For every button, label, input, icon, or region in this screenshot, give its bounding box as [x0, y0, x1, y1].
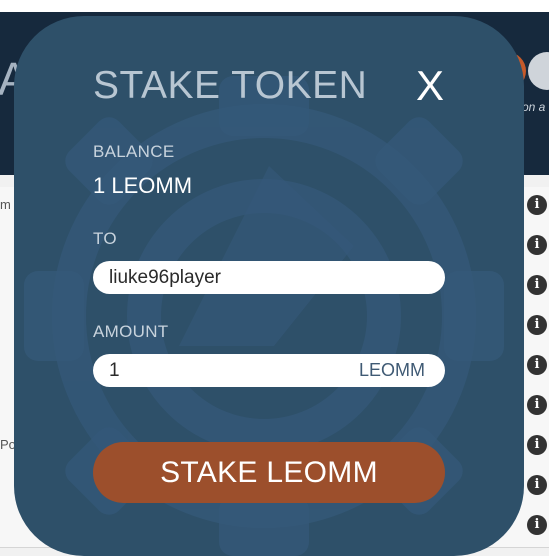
info-icon[interactable]: i: [527, 515, 547, 535]
info-icon[interactable]: i: [527, 235, 547, 255]
info-icon[interactable]: i: [527, 395, 547, 415]
stake-token-modal: STAKE TOKEN X BALANCE 1 LEOMM TO AMOUNT …: [14, 16, 524, 556]
amount-input[interactable]: [109, 354, 349, 387]
header-avatar-gray: [528, 52, 549, 90]
row-text: m: [0, 197, 11, 212]
amount-label: AMOUNT: [93, 322, 169, 341]
close-button[interactable]: X: [410, 64, 450, 108]
balance-label: BALANCE: [93, 142, 175, 161]
header-small-text: on a: [522, 100, 546, 114]
amount-unit: LEOMM: [358, 360, 425, 380]
info-icon[interactable]: i: [527, 435, 547, 455]
amount-field[interactable]: LEOMM: [93, 354, 445, 387]
info-icon[interactable]: i: [527, 195, 547, 215]
to-label: TO: [93, 229, 117, 248]
info-icon[interactable]: i: [527, 475, 547, 495]
balance-value: 1 LEOMM: [93, 173, 193, 198]
info-icon[interactable]: i: [527, 275, 547, 295]
info-icon[interactable]: i: [527, 315, 547, 335]
top-strip: [0, 0, 549, 12]
to-input[interactable]: [109, 261, 349, 294]
info-icon[interactable]: i: [527, 355, 547, 375]
stake-button[interactable]: STAKE LEOMM: [93, 442, 445, 503]
modal-title: STAKE TOKEN: [93, 64, 368, 107]
to-field[interactable]: [93, 261, 445, 294]
